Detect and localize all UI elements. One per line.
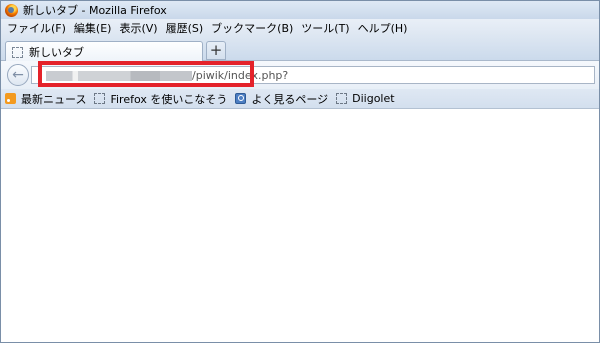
menu-view[interactable]: 表示(V)	[115, 20, 161, 38]
bookmark-label: 最新ニュース	[21, 92, 87, 106]
tab-strip: 新しいタブ +	[1, 39, 599, 62]
blank-page-icon	[12, 46, 23, 58]
title-bar: 新しいタブ - Mozilla Firefox	[1, 1, 599, 19]
blank-page-icon	[336, 93, 348, 104]
bookmark-getting-started[interactable]: Firefox を使いこなそう	[94, 91, 227, 107]
bookmark-label: よく見るページ	[251, 92, 329, 106]
menu-file[interactable]: ファイル(F)	[3, 20, 70, 38]
bookmark-label: Firefox を使いこなそう	[110, 92, 228, 106]
bookmarks-toolbar: 最新ニュース Firefox を使いこなそう よく見るページ Diigolet	[1, 89, 599, 109]
firefox-logo-icon	[5, 3, 18, 17]
menu-edit[interactable]: 編集(E)	[70, 20, 116, 38]
back-button[interactable]: ←	[7, 64, 29, 86]
bookmark-diigolet[interactable]: Diigolet	[336, 92, 395, 105]
window-title: 新しいタブ - Mozilla Firefox	[23, 4, 167, 17]
menu-bar: ファイル(F) 編集(E) 表示(V) 履歴(S) ブックマーク(B) ツール(…	[1, 19, 599, 39]
menu-tools[interactable]: ツール(T)	[297, 20, 353, 38]
tab-new-tab[interactable]: 新しいタブ	[5, 41, 203, 62]
menu-help[interactable]: ヘルプ(H)	[354, 20, 412, 38]
tab-label: 新しいタブ	[29, 46, 84, 59]
browser-window: 新しいタブ - Mozilla Firefox ファイル(F) 編集(E) 表示…	[0, 0, 600, 343]
menu-history[interactable]: 履歴(S)	[162, 20, 208, 38]
bookmark-label: Diigolet	[352, 92, 395, 105]
search-icon	[235, 93, 247, 104]
page-content	[1, 110, 599, 342]
url-highlight-box	[38, 61, 254, 87]
blank-page-icon	[94, 93, 106, 104]
back-arrow-icon: ←	[12, 67, 24, 83]
bookmark-most-visited[interactable]: よく見るページ	[235, 91, 328, 107]
bookmark-latest-news[interactable]: 最新ニュース	[5, 91, 86, 107]
menu-bookmarks[interactable]: ブックマーク(B)	[207, 20, 297, 38]
new-tab-button[interactable]: +	[206, 41, 226, 60]
rss-icon	[5, 93, 16, 104]
